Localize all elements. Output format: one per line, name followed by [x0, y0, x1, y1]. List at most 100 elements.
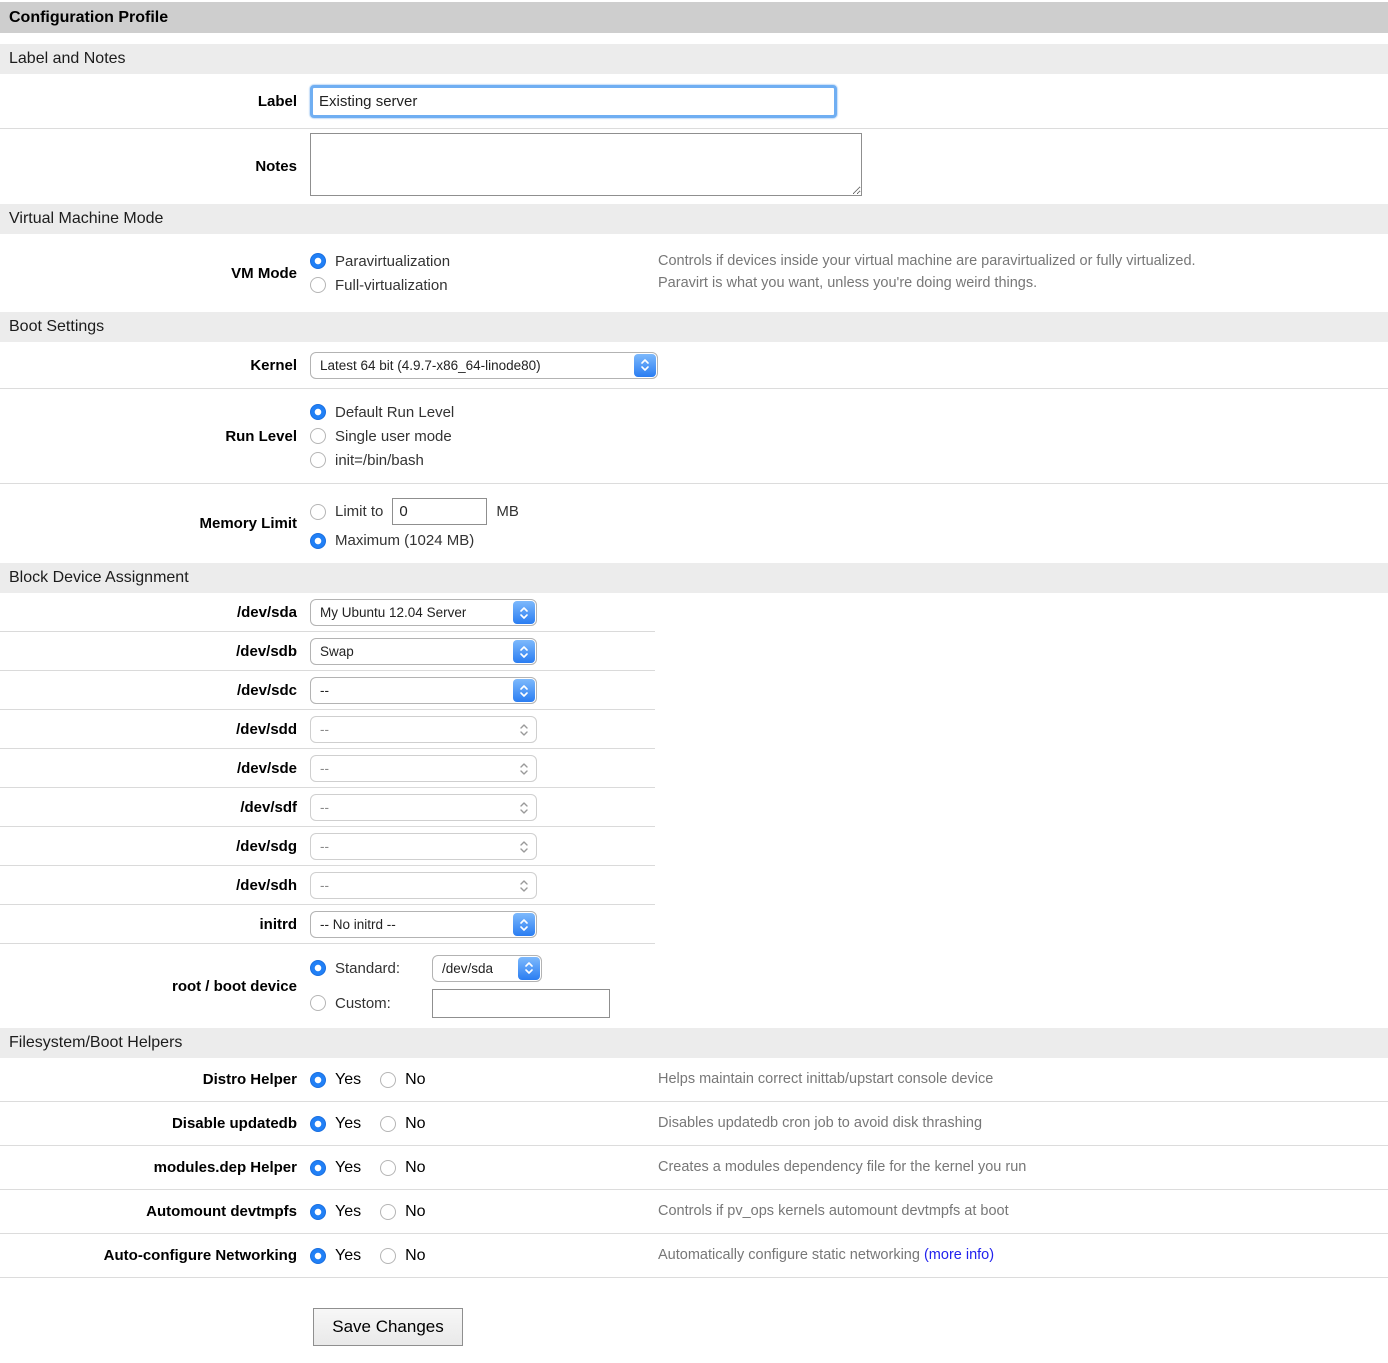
helper-row-auto-configure-networking: Auto-configure Networking Yes No Automat… [0, 1234, 1388, 1278]
run-level-option-default[interactable]: Default Run Level [310, 404, 655, 421]
radio-unchecked-icon[interactable] [310, 428, 326, 444]
helper-label: Disable updatedb [0, 1115, 297, 1132]
dev-sde-value: -- [320, 761, 329, 776]
dev-sda-select[interactable]: My Ubuntu 12.04 Server [310, 599, 537, 626]
helper-label: Distro Helper [0, 1071, 297, 1088]
yes-label: Yes [335, 1203, 361, 1221]
spacer [0, 33, 1388, 44]
kernel-select[interactable]: Latest 64 bit (4.9.7-x86_64-linode80) [310, 352, 658, 379]
run-level-label: Run Level [0, 428, 297, 445]
kernel-row: Kernel Latest 64 bit (4.9.7-x86_64-linod… [0, 342, 1388, 388]
dev-sdb-select[interactable]: Swap [310, 638, 537, 665]
select-arrows-icon [513, 913, 535, 936]
vm-mode-label: VM Mode [0, 265, 297, 282]
vm-mode-help-text: Controls if devices inside your virtual … [655, 251, 1196, 295]
radio-unchecked-icon[interactable] [380, 1248, 396, 1264]
more-info-link[interactable]: (more info) [924, 1247, 994, 1263]
block-device-row-initrd: initrd -- No initrd -- [0, 905, 1388, 944]
memory-limit-unit: MB [496, 503, 519, 520]
root-device-option-standard[interactable]: Standard: /dev/sda [310, 955, 655, 982]
radio-unchecked-icon[interactable] [310, 452, 326, 468]
select-arrows-icon [513, 796, 535, 819]
select-arrows-icon [513, 835, 535, 858]
memory-limit-input[interactable] [392, 498, 487, 525]
notes-row: Notes [0, 129, 1388, 204]
select-arrows-icon [513, 874, 535, 897]
run-level-option-single-user[interactable]: Single user mode [310, 428, 655, 445]
select-arrows-icon [513, 679, 535, 702]
no-label: No [405, 1247, 425, 1265]
device-label: /dev/sdb [0, 643, 297, 660]
kernel-label: Kernel [0, 357, 297, 374]
radio-unchecked-icon[interactable] [380, 1204, 396, 1220]
dev-sdd-select[interactable]: -- [310, 716, 537, 743]
radio-checked-icon[interactable] [310, 960, 326, 976]
run-level-option-init-bash[interactable]: init=/bin/bash [310, 452, 655, 469]
root-device-select[interactable]: /dev/sda [432, 955, 542, 982]
dev-sde-select[interactable]: -- [310, 755, 537, 782]
block-device-row-sdd: /dev/sdd -- [0, 710, 1388, 749]
radio-unchecked-icon[interactable] [310, 995, 326, 1011]
dev-sdh-value: -- [320, 878, 329, 893]
helper-help-text: Helps maintain correct inittab/upstart c… [655, 1069, 993, 1091]
root-device-option-custom[interactable]: Custom: [310, 989, 655, 1018]
helper-label: Automount devtmpfs [0, 1203, 297, 1220]
radio-checked-icon[interactable] [310, 404, 326, 420]
radio-unchecked-icon[interactable] [380, 1160, 396, 1176]
helper-label: Auto-configure Networking [0, 1247, 297, 1264]
vm-mode-option-paravirtualization[interactable]: Paravirtualization [310, 253, 655, 270]
custom-root-device-input[interactable] [432, 989, 610, 1018]
block-device-row-sdh: /dev/sdh -- [0, 866, 1388, 905]
block-device-row-sdf: /dev/sdf -- [0, 788, 1388, 827]
block-device-row-sde: /dev/sde -- [0, 749, 1388, 788]
radio-checked-icon[interactable] [310, 253, 326, 269]
dev-sdf-select[interactable]: -- [310, 794, 537, 821]
helper-help-main: Automatically configure static networkin… [658, 1247, 924, 1263]
section-heading-vm-mode: Virtual Machine Mode [0, 204, 1388, 234]
radio-checked-icon[interactable] [310, 1204, 326, 1220]
root-boot-device-row: root / boot device Standard: /dev/sda Cu… [0, 944, 1388, 1028]
yes-label: Yes [335, 1247, 361, 1265]
helper-help-text: Disables updatedb cron job to avoid disk… [655, 1113, 982, 1135]
radio-checked-icon[interactable] [310, 1248, 326, 1264]
helper-row-updatedb: Disable updatedb Yes No Disables updated… [0, 1102, 1388, 1146]
save-changes-button[interactable]: Save Changes [313, 1308, 463, 1346]
no-label: No [405, 1071, 425, 1089]
select-arrows-icon [513, 601, 535, 624]
device-label: /dev/sdf [0, 799, 297, 816]
memory-limit-option-maximum[interactable]: Maximum (1024 MB) [310, 532, 655, 549]
dev-sdc-value: -- [320, 683, 329, 698]
initrd-select[interactable]: -- No initrd -- [310, 911, 537, 938]
run-level-option-label: Single user mode [335, 428, 452, 445]
helper-row-automount-devtmpfs: Automount devtmpfs Yes No Controls if pv… [0, 1190, 1388, 1234]
label-row: Label [0, 74, 1388, 128]
radio-checked-icon[interactable] [310, 1160, 326, 1176]
label-field-label: Label [0, 93, 297, 110]
radio-unchecked-icon[interactable] [380, 1116, 396, 1132]
run-level-option-label: init=/bin/bash [335, 452, 424, 469]
dev-sda-value: My Ubuntu 12.04 Server [320, 605, 466, 620]
no-label: No [405, 1159, 425, 1177]
radio-checked-icon[interactable] [310, 533, 326, 549]
root-boot-device-label: root / boot device [0, 978, 297, 995]
device-label: /dev/sdd [0, 721, 297, 738]
label-input[interactable] [310, 85, 837, 118]
dev-sdc-select[interactable]: -- [310, 677, 537, 704]
radio-unchecked-icon[interactable] [310, 504, 326, 520]
block-device-row-sda: /dev/sda My Ubuntu 12.04 Server [0, 593, 1388, 632]
radio-checked-icon[interactable] [310, 1072, 326, 1088]
radio-checked-icon[interactable] [310, 1116, 326, 1132]
notes-textarea[interactable] [310, 133, 862, 196]
memory-limit-option-limit[interactable]: Limit to MB [310, 498, 655, 525]
vm-mode-option-full-virtualization[interactable]: Full-virtualization [310, 277, 655, 294]
device-label: /dev/sda [0, 604, 297, 621]
radio-unchecked-icon[interactable] [310, 277, 326, 293]
section-heading-boot-settings: Boot Settings [0, 312, 1388, 342]
page-title: Configuration Profile [0, 2, 1388, 33]
initrd-value: -- No initrd -- [320, 917, 396, 932]
notes-field-label: Notes [0, 158, 297, 175]
select-arrows-icon [634, 354, 656, 377]
radio-unchecked-icon[interactable] [380, 1072, 396, 1088]
dev-sdh-select[interactable]: -- [310, 872, 537, 899]
dev-sdg-select[interactable]: -- [310, 833, 537, 860]
